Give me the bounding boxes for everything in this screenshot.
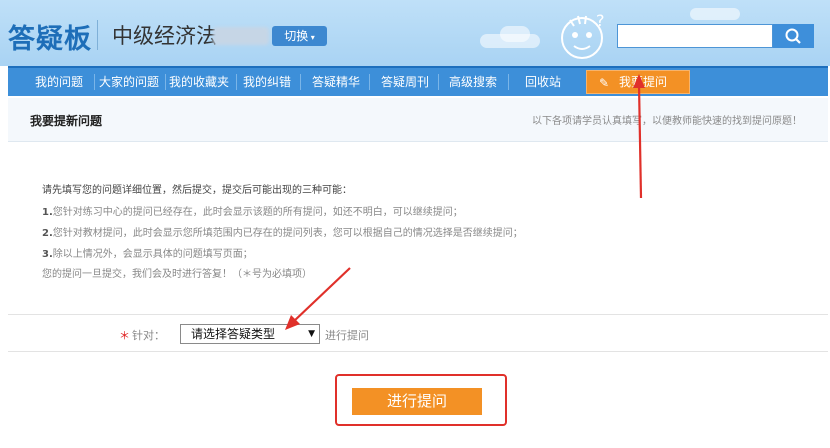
caret-down-icon: ▾ <box>308 33 315 42</box>
instruction-number: 2. <box>42 228 53 239</box>
page-header: 答疑板 中级经济法 切换 ▾ ? <box>0 0 830 66</box>
field-label: 针对： <box>132 329 165 342</box>
nav-qa-highlights[interactable]: 答疑精华 <box>307 68 365 96</box>
required-mark: ＊ <box>119 329 130 342</box>
question-type-select[interactable]: 请选择答疑类型 ▼ <box>180 324 320 344</box>
switch-label: 切换 <box>284 29 309 43</box>
submit-question-button[interactable]: 进行提问 <box>352 388 482 415</box>
nav-divider <box>94 74 95 90</box>
nav-divider <box>236 74 237 90</box>
pencil-icon: ✎ <box>599 76 610 90</box>
nav-divider <box>508 74 509 90</box>
cloud-decoration <box>500 26 530 42</box>
section-header: 我要提新问题 以下各项请学员认真填写，以便教师能快速的找到提问原题！ <box>8 98 828 142</box>
dropdown-arrow-icon: ▼ <box>308 329 315 339</box>
redacted-text <box>213 27 269 45</box>
nav-my-favorites[interactable]: 我的收藏夹 <box>166 68 232 96</box>
subject-title: 中级经济法 <box>112 24 217 48</box>
nav-divider <box>438 74 439 90</box>
search-input[interactable] <box>617 24 773 48</box>
nav-qa-weekly[interactable]: 答疑周刊 <box>376 68 434 96</box>
instructions-intro: 请先填写您的问题详细位置，然后提交，提交后可能出现的三种可能： <box>42 185 352 196</box>
instruction-number: 3. <box>42 249 53 260</box>
svg-text:?: ? <box>596 11 605 30</box>
main-nav: 我的问题 大家的问题 我的收藏夹 我的纠错 答疑精华 答疑周刊 高级搜索 回收站… <box>8 66 828 96</box>
nav-divider <box>300 74 301 90</box>
page-title: 我要提新问题 <box>30 114 103 128</box>
nav-everyones-questions[interactable]: 大家的问题 <box>96 68 162 96</box>
nav-recycle-bin[interactable]: 回收站 <box>518 68 568 96</box>
nav-advanced-search[interactable]: 高级搜索 <box>444 68 502 96</box>
select-value: 请选择答疑类型 <box>191 327 276 341</box>
instruction-item: 2.您针对教材提问，此时会显示您所填范围内已存在的提问列表，您可以根据自己的情况… <box>42 224 523 239</box>
instruction-item: 3.除以上情况外，会显示具体的问题填写页面； <box>42 245 253 260</box>
instruction-item: 1.您针对练习中心的提问已经存在，此时会显示该题的所有提问，如还不明白，可以继续… <box>42 203 463 218</box>
instruction-number: 1. <box>42 207 53 218</box>
nav-ask-question[interactable]: ✎ 我要提问 <box>586 70 690 94</box>
nav-my-corrections[interactable]: 我的纠错 <box>238 68 296 96</box>
nav-my-questions[interactable]: 我的问题 <box>30 68 88 96</box>
field-suffix: 进行提问 <box>325 329 369 342</box>
mascot-illustration: ? <box>561 11 605 59</box>
section-hint: 以下各项请学员认真填写，以便教师能快速的找到提问原题！ <box>532 116 802 127</box>
logo-divider <box>97 20 98 50</box>
nav-ask-question-label: 我要提问 <box>619 75 668 89</box>
switch-subject-button[interactable]: 切换 ▾ <box>272 26 327 46</box>
instructions-closing: 您的提问一旦提交，我们会及时进行答复！（＊号为必填项） <box>42 269 312 280</box>
search-button[interactable] <box>773 24 814 48</box>
instruction-text: 您针对练习中心的提问已经存在，此时会显示该题的所有提问，如还不明白，可以继续提问… <box>52 207 463 218</box>
instruction-text: 除以上情况外，会显示具体的问题填写页面； <box>52 249 253 260</box>
nav-divider <box>369 74 370 90</box>
cloud-decoration <box>690 8 740 20</box>
app-logo[interactable]: 答疑板 <box>8 17 92 56</box>
instruction-text: 您针对教材提问，此时会显示您所填范围内已存在的提问列表，您可以根据自己的情况选择… <box>52 228 523 239</box>
question-type-row: ＊ 针对： 请选择答疑类型 ▼ 进行提问 <box>8 314 828 352</box>
search-icon <box>785 28 801 44</box>
